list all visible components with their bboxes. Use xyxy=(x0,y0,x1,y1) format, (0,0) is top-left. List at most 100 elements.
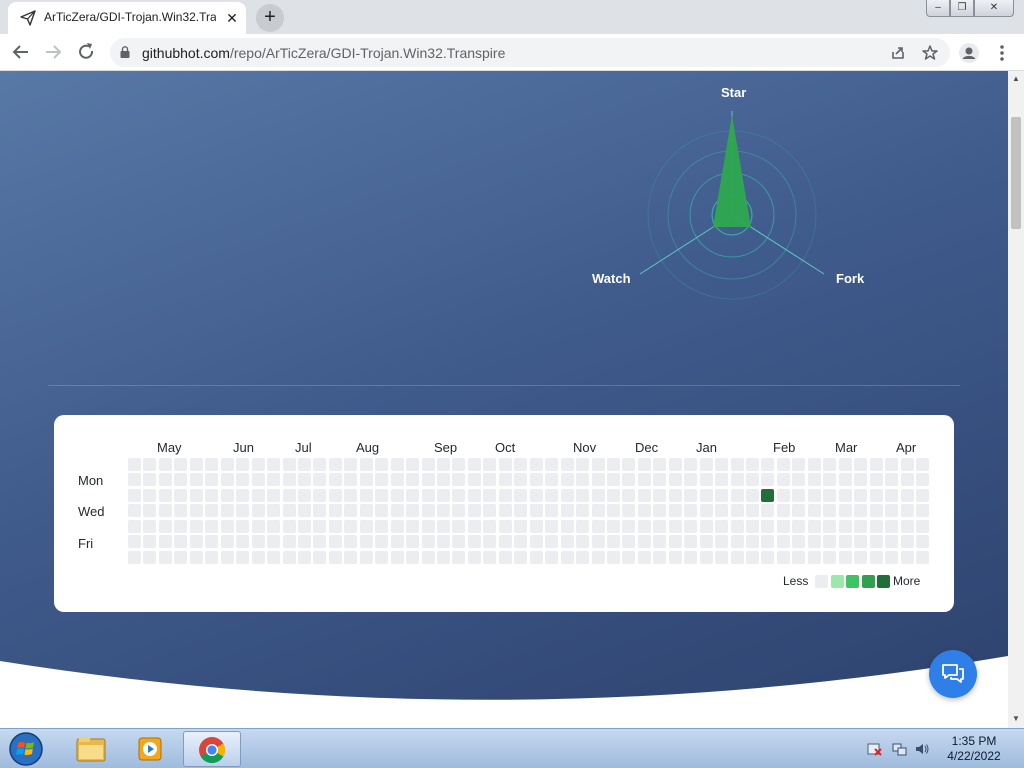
contribution-cell[interactable] xyxy=(328,550,342,564)
contribution-cell[interactable] xyxy=(174,458,188,471)
contribution-cell[interactable] xyxy=(637,519,651,533)
contribution-cell[interactable] xyxy=(715,550,729,564)
contribution-cell[interactable] xyxy=(158,550,172,564)
contribution-cell[interactable] xyxy=(236,458,250,471)
contribution-cell[interactable] xyxy=(761,519,775,533)
contribution-cell[interactable] xyxy=(653,535,667,549)
contribution-cell[interactable] xyxy=(792,473,806,487)
contribution-cell[interactable] xyxy=(406,535,420,549)
contribution-cell[interactable] xyxy=(174,519,188,533)
contribution-cell[interactable] xyxy=(715,519,729,533)
contribution-cell[interactable] xyxy=(715,458,729,471)
contribution-cell[interactable] xyxy=(606,535,620,549)
contribution-cell[interactable] xyxy=(545,473,559,487)
contribution-cell[interactable] xyxy=(545,458,559,471)
contribution-cell[interactable] xyxy=(158,473,172,487)
chat-button[interactable] xyxy=(929,650,977,698)
contribution-cell[interactable] xyxy=(529,535,543,549)
contribution-cell[interactable] xyxy=(761,550,775,564)
contribution-cell[interactable] xyxy=(406,504,420,518)
contribution-cell[interactable] xyxy=(220,488,234,502)
contribution-cell[interactable] xyxy=(143,519,157,533)
contribution-cell[interactable] xyxy=(807,550,821,564)
contribution-cell[interactable] xyxy=(730,550,744,564)
contribution-cell[interactable] xyxy=(915,473,929,487)
contribution-cell[interactable] xyxy=(189,535,203,549)
contribution-cell[interactable] xyxy=(885,473,899,487)
contribution-cell[interactable] xyxy=(267,473,281,487)
contribution-cell[interactable] xyxy=(421,550,435,564)
contribution-cell[interactable] xyxy=(297,504,311,518)
contribution-cell[interactable] xyxy=(251,488,265,502)
contribution-cell[interactable] xyxy=(328,473,342,487)
action-center-icon[interactable] xyxy=(866,741,882,757)
contribution-cell[interactable] xyxy=(699,473,713,487)
contribution-cell[interactable] xyxy=(313,458,327,471)
contribution-cell[interactable] xyxy=(236,504,250,518)
contribution-cell[interactable] xyxy=(823,473,837,487)
contribution-cell[interactable] xyxy=(220,519,234,533)
contribution-cell[interactable] xyxy=(576,550,590,564)
contribution-cell[interactable] xyxy=(869,488,883,502)
contribution-cell[interactable] xyxy=(807,504,821,518)
plus-icon[interactable]: + xyxy=(256,4,284,32)
contribution-cell[interactable] xyxy=(189,473,203,487)
contribution-cell[interactable] xyxy=(653,473,667,487)
contribution-cell[interactable] xyxy=(282,535,296,549)
contribution-cell[interactable] xyxy=(128,473,141,487)
contribution-cell[interactable] xyxy=(251,504,265,518)
back-arrow-icon[interactable] xyxy=(8,39,34,65)
contribution-cell[interactable] xyxy=(282,488,296,502)
close-icon[interactable]: ✕ xyxy=(224,10,240,26)
contribution-cell[interactable] xyxy=(715,473,729,487)
contribution-cell[interactable] xyxy=(684,535,698,549)
contribution-cell[interactable] xyxy=(668,488,682,502)
contribution-cell[interactable] xyxy=(885,458,899,471)
contribution-cell[interactable] xyxy=(900,504,914,518)
contribution-cell[interactable] xyxy=(576,488,590,502)
contribution-cell[interactable] xyxy=(854,458,868,471)
contribution-cell[interactable] xyxy=(560,504,574,518)
contribution-cell[interactable] xyxy=(437,473,450,487)
network-icon[interactable] xyxy=(891,741,907,757)
contribution-cell[interactable] xyxy=(267,535,281,549)
contribution-cell[interactable] xyxy=(267,550,281,564)
contribution-cell[interactable] xyxy=(267,519,281,533)
contribution-cell[interactable] xyxy=(359,488,373,502)
contribution-cell[interactable] xyxy=(684,519,698,533)
contribution-cell[interactable] xyxy=(514,550,528,564)
contribution-cell[interactable] xyxy=(174,504,188,518)
contribution-cell[interactable] xyxy=(483,488,497,502)
contribution-cell[interactable] xyxy=(622,550,636,564)
contribution-cell[interactable] xyxy=(514,488,528,502)
taskbar-chrome[interactable] xyxy=(183,731,241,767)
contribution-cell[interactable] xyxy=(885,550,899,564)
contribution-cell[interactable] xyxy=(885,504,899,518)
contribution-cell[interactable] xyxy=(390,519,404,533)
contribution-cell[interactable] xyxy=(128,535,141,549)
contribution-cell[interactable] xyxy=(838,504,852,518)
contribution-cell[interactable] xyxy=(622,473,636,487)
contribution-cell[interactable] xyxy=(730,535,744,549)
contribution-cell[interactable] xyxy=(452,504,466,518)
contribution-cell[interactable] xyxy=(776,504,790,518)
system-clock[interactable]: 1:35 PM 4/22/2022 xyxy=(940,734,1008,764)
contribution-cell[interactable] xyxy=(359,519,373,533)
contribution-cell[interactable] xyxy=(514,458,528,471)
contribution-cell[interactable] xyxy=(746,458,759,471)
contribution-cell[interactable] xyxy=(792,519,806,533)
contribution-cell[interactable] xyxy=(529,504,543,518)
contribution-cell[interactable] xyxy=(730,473,744,487)
contribution-cell[interactable] xyxy=(483,550,497,564)
contribution-cell[interactable] xyxy=(220,458,234,471)
contribution-cell[interactable] xyxy=(792,535,806,549)
contribution-cell[interactable] xyxy=(251,535,265,549)
contribution-cell[interactable] xyxy=(328,458,342,471)
contribution-cell[interactable] xyxy=(390,488,404,502)
contribution-cell[interactable] xyxy=(251,550,265,564)
contribution-cell[interactable] xyxy=(823,504,837,518)
contribution-cell[interactable] xyxy=(421,504,435,518)
contribution-cell[interactable] xyxy=(514,504,528,518)
contribution-cell[interactable] xyxy=(375,458,389,471)
contribution-cell[interactable] xyxy=(220,550,234,564)
